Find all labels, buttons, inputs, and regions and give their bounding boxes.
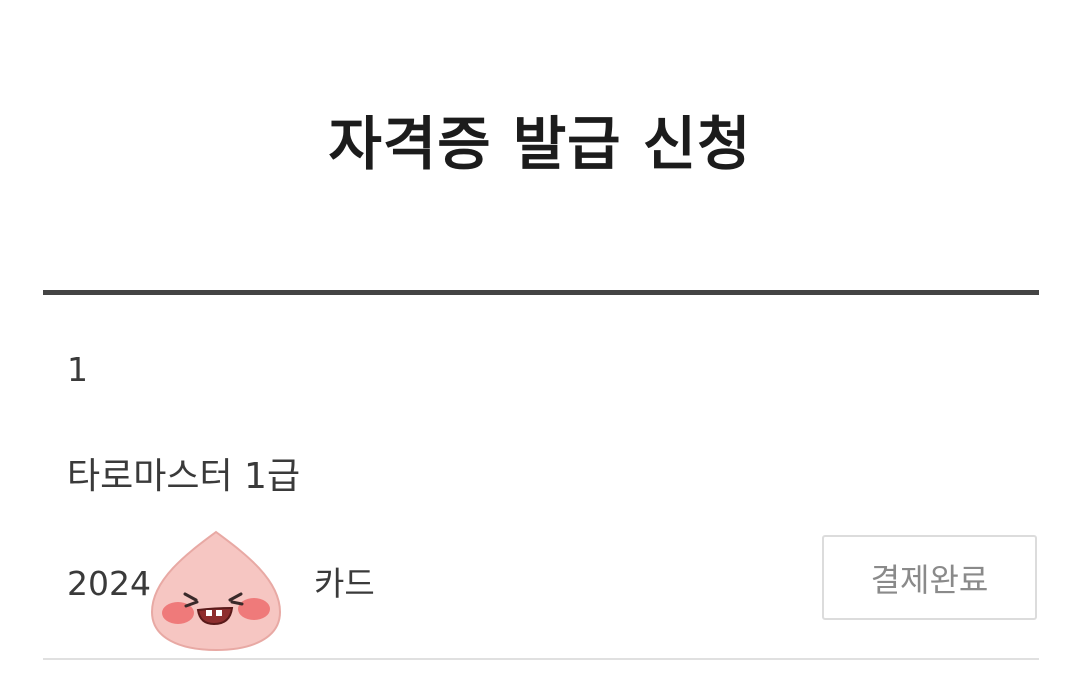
peach-face-sticker-icon [150, 530, 282, 652]
page-title: 자격증 발급 신청 [328, 110, 752, 178]
order-number: 1 [67, 350, 88, 389]
payment-method: 카드 [314, 564, 375, 603]
order-date: 2024 [67, 564, 151, 603]
order-item-name: 타로마스터 1급 [67, 456, 301, 497]
certificate-issuance-page: 자격증 발급 신청 1 타로마스터 1급 2024 카드 결제완료 [0, 0, 1080, 680]
payment-status-button[interactable]: 결제완료 [822, 535, 1037, 620]
list-top-divider [43, 290, 1039, 295]
list-bottom-divider [43, 658, 1039, 660]
